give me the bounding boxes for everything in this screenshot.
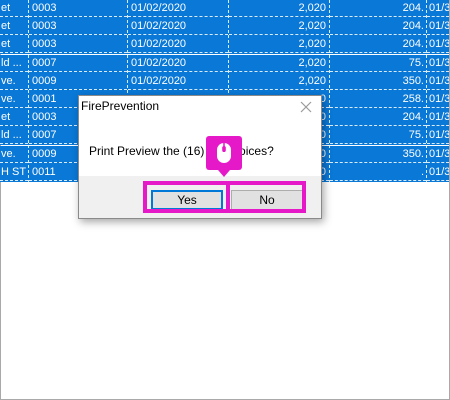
table-cell: et xyxy=(0,109,28,126)
table-cell: 01/3 xyxy=(427,109,449,126)
table-cell: 01/02/2020 xyxy=(128,73,228,90)
mouse-click-icon xyxy=(217,143,231,163)
table-cell: 350. xyxy=(330,73,426,90)
table-cell: 2,020 xyxy=(229,0,329,17)
dialog-message: Print Preview the (16) se invoices? xyxy=(89,144,274,158)
table-cell: ve. xyxy=(0,73,28,90)
table-cell: et xyxy=(0,36,28,53)
indicator-pointer xyxy=(218,170,230,177)
table-cell: 75. xyxy=(330,127,426,144)
table-cell: 0009 xyxy=(29,73,127,90)
dialog-title: FirePrevention xyxy=(81,99,160,113)
table-cell: H ST xyxy=(0,164,28,181)
table-cell: 0003 xyxy=(29,0,127,17)
table-cell: 2,020 xyxy=(229,18,329,35)
table-cell: ld ... xyxy=(0,127,28,144)
table-cell: 204. xyxy=(330,109,426,126)
table-row[interactable]: ve. 0009 01/02/2020 2,020 350. 01/3 xyxy=(0,73,449,91)
highlight-divider xyxy=(226,185,230,209)
table-cell: 01/3 xyxy=(427,164,449,181)
table-cell: 01/3 xyxy=(427,146,449,163)
table-cell: 0007 xyxy=(29,55,127,72)
table-cell: ve. xyxy=(0,146,28,163)
table-cell: 01/3 xyxy=(427,36,449,53)
table-cell: 204. xyxy=(330,0,426,17)
table-cell: 01/3 xyxy=(427,0,449,17)
close-icon[interactable] xyxy=(299,100,313,114)
table-cell: 2,020 xyxy=(229,55,329,72)
column-separator xyxy=(426,0,427,183)
table-cell: 0003 xyxy=(29,18,127,35)
table-row[interactable]: et 0003 01/02/2020 2,020 204. 01/3 xyxy=(0,0,449,18)
table-cell: 01/3 xyxy=(427,91,449,108)
table-cell: 01/02/2020 xyxy=(128,55,228,72)
table-cell: ve. xyxy=(0,91,28,108)
table-cell: 01/3 xyxy=(427,18,449,35)
table-cell: 258. xyxy=(330,91,426,108)
table-cell: 01/02/2020 xyxy=(128,36,228,53)
table-cell: 350. xyxy=(330,146,426,163)
click-indicator xyxy=(206,136,242,177)
table-cell: 01/3 xyxy=(427,127,449,144)
table-cell: . xyxy=(330,164,426,181)
table-cell: 75. xyxy=(330,55,426,72)
buttons-highlight xyxy=(143,181,306,213)
table-cell: 2,020 xyxy=(229,36,329,53)
table-cell: 204. xyxy=(330,18,426,35)
table-cell: 01/02/2020 xyxy=(128,0,228,17)
dialog-titlebar: FirePrevention xyxy=(79,96,321,118)
table-cell: 01/3 xyxy=(427,55,449,72)
table-cell: 204. xyxy=(330,36,426,53)
table-row[interactable]: et 0003 01/02/2020 2,020 204. 01/3 xyxy=(0,36,449,54)
column-separator xyxy=(28,0,29,183)
table-cell: ld ... xyxy=(0,55,28,72)
table-row[interactable]: et 0003 01/02/2020 2,020 204. 01/3 xyxy=(0,18,449,36)
table-cell: et xyxy=(0,18,28,35)
column-separator xyxy=(329,0,330,183)
table-row[interactable]: ld ... 0007 01/02/2020 2,020 75. 01/3 xyxy=(0,55,449,73)
table-cell: 01/3 xyxy=(427,73,449,90)
table-cell: 0003 xyxy=(29,36,127,53)
table-cell: 01/02/2020 xyxy=(128,18,228,35)
table-cell: et xyxy=(0,0,28,17)
table-cell: 2,020 xyxy=(229,73,329,90)
